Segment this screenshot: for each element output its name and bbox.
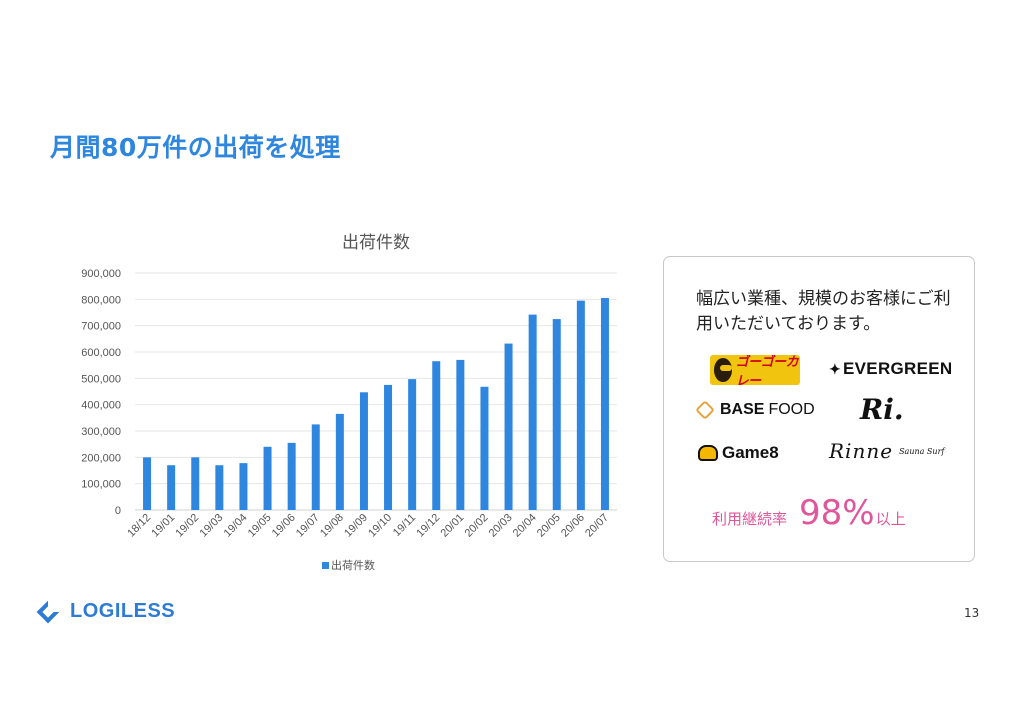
bar	[552, 319, 561, 510]
x-tick-label: 19/06	[270, 512, 298, 540]
x-tick-label: 19/11	[391, 512, 418, 539]
bar	[528, 314, 537, 510]
logiless-logo-text: LOGILESS	[70, 600, 176, 622]
bar	[384, 384, 393, 510]
x-tick-label: 18/12	[125, 512, 153, 540]
legend-label: 出荷件数	[331, 558, 375, 572]
game8-mark-icon	[698, 445, 718, 461]
bar	[456, 359, 465, 510]
gogo-logo-text: ゴーゴーカレー	[735, 355, 799, 385]
game8-logo-text: Game8	[722, 443, 779, 462]
rinne-logo-text: Rinne	[829, 439, 894, 463]
bar	[504, 343, 513, 510]
x-tick-label: 19/02	[173, 512, 201, 540]
y-tick-label: 0	[115, 505, 121, 517]
y-tick-label: 400,000	[81, 400, 121, 412]
y-tick-label: 200,000	[81, 452, 121, 464]
bar	[311, 424, 320, 510]
x-tick-label: 19/09	[342, 512, 370, 540]
bar	[600, 298, 609, 510]
base-food-bold-text: BASE	[720, 401, 765, 418]
chart-title: 出荷件数	[342, 233, 410, 253]
bar	[432, 361, 441, 510]
rinne-logo: Rinne Sauna Surf	[829, 439, 944, 463]
bar	[239, 463, 248, 510]
bar	[215, 465, 224, 510]
rinne-logo-subtext: Sauna Surf	[899, 446, 945, 456]
y-tick-label: 100,000	[81, 479, 121, 491]
x-tick-label: 20/05	[535, 512, 563, 540]
bar	[191, 457, 200, 510]
bar	[143, 457, 152, 510]
page-number: 13	[964, 606, 980, 620]
retention-rate: 利用継続率 98% 以上	[712, 493, 906, 533]
x-tick-label: 19/05	[246, 512, 274, 540]
x-tick-label: 20/03	[487, 512, 515, 540]
bar	[167, 465, 176, 510]
base-food-logo: BASE FOOD	[695, 400, 815, 420]
x-tick-label: 19/07	[294, 512, 322, 540]
retention-suffix: 以上	[875, 510, 906, 528]
y-tick-label: 700,000	[81, 321, 121, 333]
y-tick-label: 800,000	[81, 294, 121, 306]
x-tick-label: 19/12	[414, 512, 442, 540]
bar	[335, 413, 344, 510]
gogo-face-icon	[714, 358, 732, 382]
base-food-rest-text: FOOD	[768, 401, 815, 418]
retention-label: 利用継続率	[712, 510, 788, 528]
x-tick-label: 19/03	[198, 512, 226, 540]
x-tick-label: 20/02	[463, 512, 491, 540]
x-tick-label: 19/08	[318, 512, 346, 540]
y-tick-label: 500,000	[81, 373, 121, 385]
bar	[576, 300, 585, 510]
base-food-hex-icon	[695, 400, 715, 420]
y-tick-label: 300,000	[81, 426, 121, 438]
x-tick-label: 20/07	[583, 512, 611, 540]
game8-logo: Game8	[698, 443, 779, 463]
logiless-logo: LOGILESS	[36, 600, 176, 623]
customer-description: 幅広い業種、規模のお客様にご利用いただいております。	[696, 289, 951, 334]
evergreen-logo: ✦ EVERGREEN	[829, 359, 952, 379]
customer-card: 幅広い業種、規模のお客様にご利用いただいております。 ゴーゴーカレー ✦ EVE…	[663, 256, 975, 562]
bar	[480, 386, 489, 510]
x-tick-label: 19/10	[366, 512, 394, 540]
logiless-mark-icon	[36, 600, 60, 623]
evergreen-logo-text: EVERGREEN	[843, 359, 953, 378]
bar	[263, 446, 272, 510]
y-tick-label: 900,000	[81, 268, 121, 280]
ri-logo: Ri.	[860, 393, 904, 426]
gogo-curry-logo: ゴーゴーカレー	[710, 355, 800, 385]
y-tick-label: 600,000	[81, 347, 121, 359]
retention-value: 98%	[799, 493, 875, 533]
x-tick-label: 20/01	[439, 512, 467, 540]
x-tick-label: 20/04	[511, 512, 539, 540]
evergreen-mark-icon: ✦	[829, 360, 842, 377]
bar	[287, 442, 296, 510]
bar	[408, 379, 417, 510]
legend-swatch	[322, 562, 329, 569]
x-tick-label: 19/04	[222, 512, 250, 540]
bar	[359, 392, 368, 510]
x-tick-label: 20/06	[559, 512, 587, 540]
x-tick-label: 19/01	[149, 512, 177, 540]
